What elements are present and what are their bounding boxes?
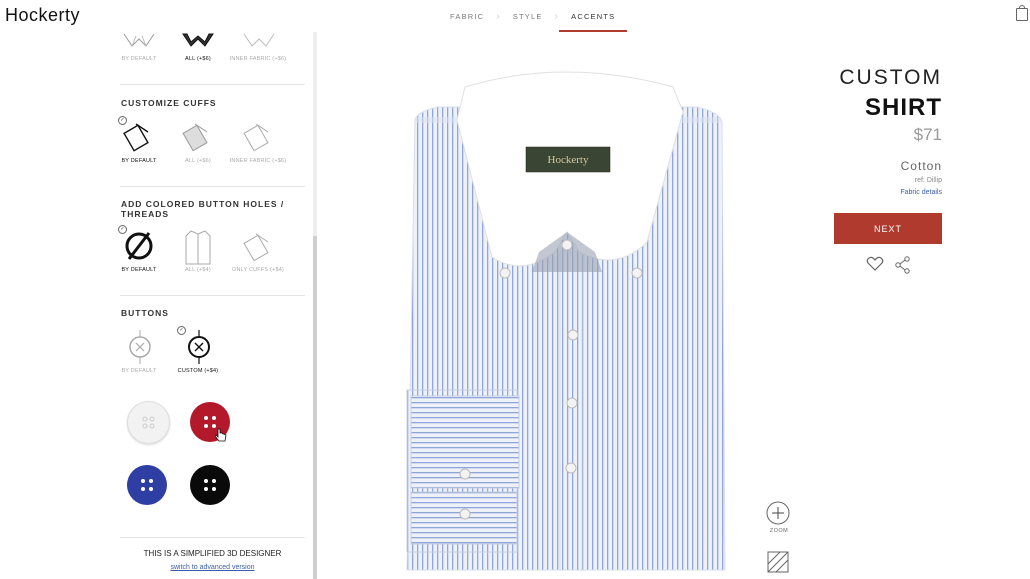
product-title-line2: SHIRT xyxy=(865,94,942,121)
button-swatch-white[interactable] xyxy=(127,401,170,444)
button-swatch-black[interactable] xyxy=(190,465,230,505)
no-color-icon[interactable] xyxy=(122,229,156,263)
step-tabs: FABRIC › STYLE › ACCENTS xyxy=(438,0,628,32)
four-hole-icon xyxy=(204,479,216,491)
cuff-default-icon[interactable] xyxy=(122,120,156,152)
divider xyxy=(120,295,305,296)
button-custom-icon[interactable] xyxy=(185,330,213,364)
collar-option-label: INNER FABRIC (+$6) xyxy=(229,56,287,62)
heart-icon[interactable] xyxy=(866,256,884,272)
advanced-version-link[interactable]: switch to advanced version xyxy=(120,564,305,571)
divider xyxy=(120,186,305,187)
button-holes-option-label: BY DEFAULT xyxy=(121,267,157,273)
divider xyxy=(120,84,305,85)
shirt-outline-icon[interactable] xyxy=(183,228,213,266)
collar-all-icon[interactable] xyxy=(181,32,215,48)
fabric-name: Cotton xyxy=(900,159,942,173)
tab-fabric[interactable]: FABRIC xyxy=(438,0,496,32)
next-button[interactable]: NEXT xyxy=(834,213,942,244)
button-holes-section-title-line1: ADD COLORED BUTTON HOLES / xyxy=(121,199,285,209)
tab-style[interactable]: STYLE xyxy=(501,0,555,32)
four-hole-icon xyxy=(141,479,153,491)
tab-accents[interactable]: ACCENTS xyxy=(559,0,628,32)
cuff-option-label: INNER FABRIC (+$6) xyxy=(229,158,287,164)
hand-cursor-icon xyxy=(215,428,227,442)
buttons-option-label: BY DEFAULT xyxy=(121,368,157,374)
fabric-ref: ref: Dillip xyxy=(914,177,942,184)
button-default-icon[interactable] xyxy=(126,330,154,364)
logo[interactable]: Hockerty xyxy=(5,5,80,26)
shirt-placket xyxy=(559,251,583,571)
divider xyxy=(120,537,305,538)
buttons-option-label: CUSTOM (+$4) xyxy=(177,368,219,374)
collar-option-label: ALL (+$6) xyxy=(185,56,211,62)
bag-icon[interactable] xyxy=(1016,5,1028,21)
brand-label-text: Hockerty xyxy=(548,154,589,166)
product-price: $71 xyxy=(913,125,942,144)
collar-option-label: BY DEFAULT xyxy=(121,56,157,62)
button-holes-section-title-line2: THREADS xyxy=(121,209,170,219)
buttons-section-title: BUTTONS xyxy=(121,308,169,318)
top-bar: Hockerty FABRIC › STYLE › ACCENTS xyxy=(0,0,1030,32)
share-icon[interactable] xyxy=(894,256,912,274)
cuff-only-icon[interactable] xyxy=(242,230,276,262)
designer-note: THIS IS A SIMPLIFIED 3D DESIGNER xyxy=(143,549,282,558)
cuff-inner-fabric-icon[interactable] xyxy=(242,120,276,152)
collar-inner-fabric-icon[interactable] xyxy=(242,32,276,48)
fabric-texture-icon[interactable] xyxy=(767,551,789,573)
zoom-label: ZOOM xyxy=(769,528,789,534)
product-title-line1: CUSTOM xyxy=(839,66,942,89)
button-holes-option-label: ALL (+$4) xyxy=(185,267,211,273)
cuff-option-label: BY DEFAULT xyxy=(121,158,157,164)
cuff-option-label: ALL (+$6) xyxy=(185,158,211,164)
shirt-preview: Hockerty xyxy=(406,71,790,573)
button-holes-option-label: ONLY CUFFS (+$4) xyxy=(231,267,285,273)
four-hole-icon xyxy=(142,416,155,429)
accents-sidebar: BY DEFAULT ALL (+$6) INNER FABRIC (+$6) … xyxy=(0,32,313,579)
cuff-all-icon[interactable] xyxy=(181,120,215,152)
fabric-details-link[interactable]: Fabric details xyxy=(830,189,942,196)
collar-default-icon[interactable] xyxy=(122,32,156,48)
button-swatch-blue[interactable] xyxy=(127,465,167,505)
cuffs-section-title: CUSTOMIZE CUFFS xyxy=(121,98,217,108)
